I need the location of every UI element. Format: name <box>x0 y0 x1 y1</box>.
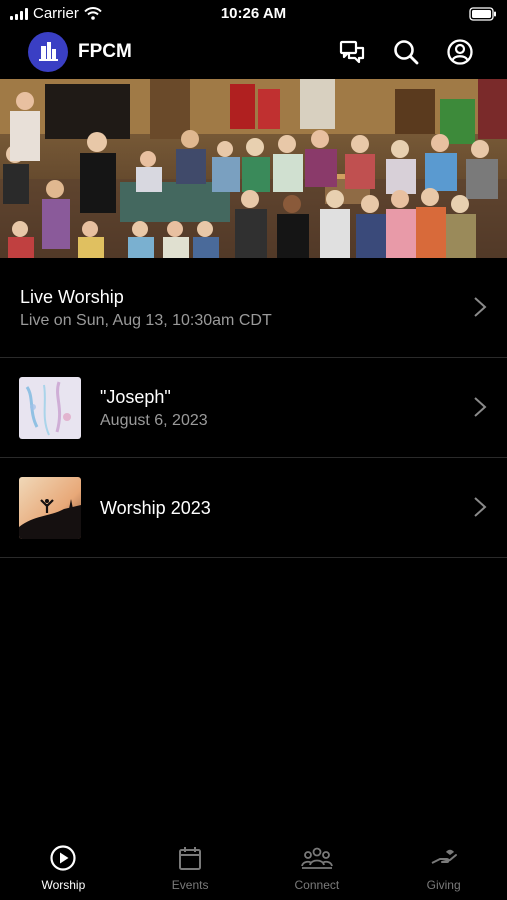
item-title: Worship 2023 <box>100 498 211 518</box>
battery-icon <box>469 7 497 26</box>
chevron-right-icon <box>474 397 487 417</box>
church-logo[interactable] <box>28 32 68 72</box>
people-icon <box>300 847 333 869</box>
list-item-live-worship[interactable]: Live Worship Live on Sun, Aug 13, 10:30a… <box>0 258 507 358</box>
app-header: FPCM <box>0 30 507 76</box>
list-item-joseph[interactable]: "Joseph" August 6, 2023 <box>0 358 507 458</box>
hero-image[interactable] <box>0 79 507 258</box>
worship-2023-thumbnail <box>19 477 81 539</box>
tab-label: Giving <box>426 878 461 892</box>
tab-bar: Worship Events Connect Giving <box>0 838 507 900</box>
item-subtitle: August 6, 2023 <box>100 412 208 429</box>
chevron-right-icon <box>474 297 487 317</box>
profile-icon[interactable] <box>445 37 475 67</box>
tab-label: Connect <box>294 878 340 892</box>
search-icon[interactable] <box>391 37 421 67</box>
tab-giving[interactable]: Giving <box>380 838 507 900</box>
list-item-worship-2023[interactable]: Worship 2023 <box>0 458 507 558</box>
giving-hand-icon <box>431 849 457 864</box>
item-subtitle: Live on Sun, Aug 13, 10:30am CDT <box>20 312 272 329</box>
tab-label: Worship <box>41 878 86 892</box>
chat-icon[interactable] <box>337 37 367 67</box>
tab-worship[interactable]: Worship <box>0 838 127 900</box>
worship-list: Live Worship Live on Sun, Aug 13, 10:30a… <box>0 258 507 558</box>
play-circle-icon <box>50 845 76 871</box>
tab-label: Events <box>171 878 209 892</box>
calendar-icon <box>179 847 202 870</box>
tab-events[interactable]: Events <box>127 838 254 900</box>
status-bar: Carrier 10:26 AM <box>0 0 507 28</box>
status-time: 10:26 AM <box>220 5 287 22</box>
tab-connect[interactable]: Connect <box>254 838 381 900</box>
chevron-right-icon <box>474 497 487 517</box>
item-title: "Joseph" <box>100 387 171 407</box>
joseph-thumbnail <box>19 377 81 439</box>
item-title: Live Worship <box>20 287 124 307</box>
app-title: FPCM <box>78 41 132 62</box>
